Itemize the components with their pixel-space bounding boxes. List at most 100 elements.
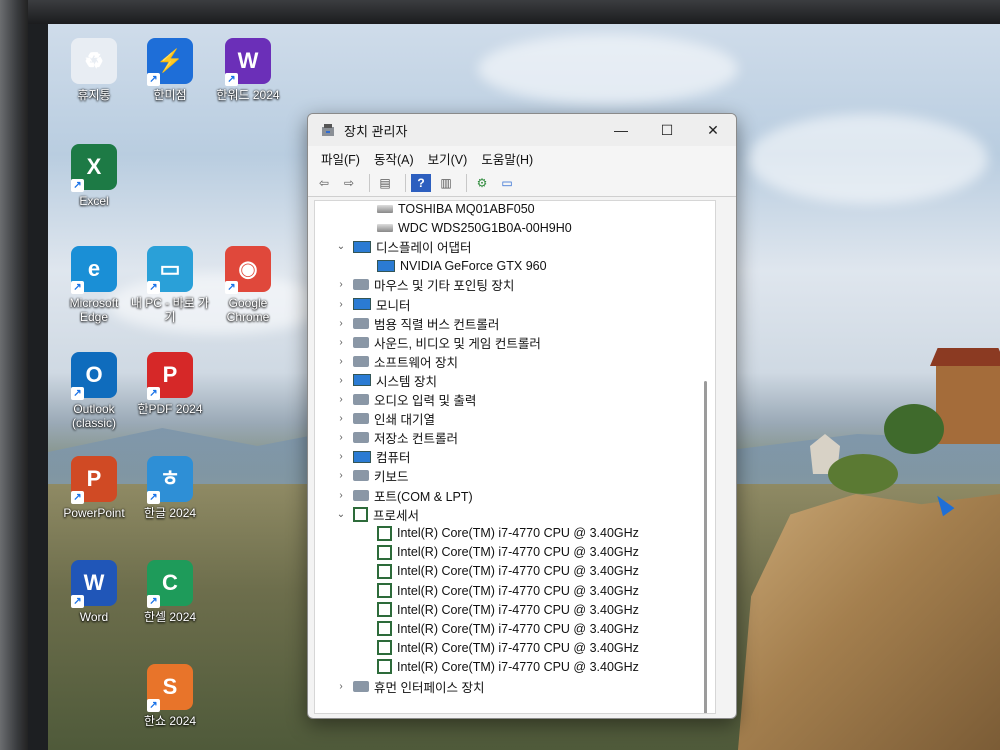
device-category-icon bbox=[353, 394, 369, 405]
desktop-icon[interactable]: C ↗ 한셀 2024 bbox=[130, 560, 210, 624]
shortcut-arrow-icon: ↗ bbox=[71, 179, 84, 192]
processor-icon bbox=[377, 640, 392, 656]
tree-item[interactable]: Intel(R) Core(TM) i7-4770 CPU @ 3.40GHz bbox=[359, 619, 639, 638]
menu-help[interactable]: 도움말(H) bbox=[474, 146, 540, 171]
view-icon[interactable]: ▥ bbox=[436, 174, 456, 192]
desktop-icon[interactable]: e ↗ Microsoft Edge bbox=[54, 246, 134, 324]
tree-item-label: 디스플레이 어댑터 bbox=[376, 241, 472, 256]
tree-item[interactable]: Intel(R) Core(TM) i7-4770 CPU @ 3.40GHz bbox=[359, 581, 639, 600]
desktop-icon[interactable]: W ↗ Word bbox=[54, 560, 134, 624]
chevron-down-icon[interactable]: ⌄ bbox=[335, 241, 347, 252]
chevron-right-icon[interactable]: › bbox=[335, 356, 347, 367]
tree-item[interactable]: › 키보드 bbox=[335, 466, 409, 485]
shortcut-arrow-icon: ↗ bbox=[147, 491, 160, 504]
maximize-button[interactable]: ☐ bbox=[644, 114, 690, 146]
tree-item-label: TOSHIBA MQ01ABF050 bbox=[398, 201, 535, 216]
device-category-icon bbox=[353, 279, 369, 291]
desktop-icon[interactable]: ㅎ ↗ 한글 2024 bbox=[130, 456, 210, 520]
tree-item[interactable]: Intel(R) Core(TM) i7-4770 CPU @ 3.40GHz bbox=[359, 657, 639, 676]
chrome-icon: ◉ ↗ bbox=[225, 246, 271, 294]
chevron-right-icon[interactable]: › bbox=[335, 451, 347, 462]
icon-glyph: X bbox=[86, 154, 102, 179]
device-manager-window[interactable]: 장치 관리자 — ☐ ✕ 파일(F) 동작(A) 보기(V) 도움말(H) ⇦ … bbox=[307, 113, 737, 719]
icon-glyph: ⚡ bbox=[156, 48, 184, 73]
tree-item[interactable]: NVIDIA GeForce GTX 960 bbox=[359, 256, 547, 275]
desktop-icon[interactable]: ▭ ↗ 내 PC - 바로 가기 bbox=[130, 246, 210, 324]
tree-item[interactable]: › 저장소 컨트롤러 bbox=[335, 428, 458, 447]
title-bar[interactable]: 장치 관리자 — ☐ ✕ bbox=[308, 114, 736, 146]
menu-view[interactable]: 보기(V) bbox=[421, 146, 475, 171]
tree-item-label: 컴퓨터 bbox=[376, 451, 411, 466]
tree-item[interactable]: › 오디오 입력 및 출력 bbox=[335, 390, 476, 409]
tree-item[interactable]: › 휴먼 인터페이스 장치 bbox=[335, 677, 484, 696]
menu-file[interactable]: 파일(F) bbox=[314, 146, 367, 171]
chevron-right-icon[interactable]: › bbox=[335, 279, 347, 290]
icon-glyph: P bbox=[162, 362, 178, 387]
shortcut-arrow-icon: ↗ bbox=[71, 491, 84, 504]
chevron-right-icon[interactable]: › bbox=[335, 337, 347, 348]
processor-icon bbox=[377, 544, 392, 560]
display-device-icon bbox=[353, 450, 371, 463]
forward-arrow-icon[interactable]: ⇨ bbox=[339, 174, 359, 192]
tree-item[interactable]: ⌄ 디스플레이 어댑터 bbox=[335, 237, 471, 256]
lightning-app-icon: ⚡ ↗ bbox=[147, 38, 193, 86]
tree-item[interactable]: › 포트(COM & LPT) bbox=[335, 486, 473, 505]
tree-item[interactable]: Intel(R) Core(TM) i7-4770 CPU @ 3.40GHz bbox=[359, 524, 639, 543]
vertical-scrollbar[interactable] bbox=[704, 381, 707, 713]
tree-item-label: 포트(COM & LPT) bbox=[374, 489, 473, 504]
desktop-icon[interactable]: W ↗ 한워드 2024 bbox=[208, 38, 288, 102]
menu-action[interactable]: 동작(A) bbox=[367, 146, 421, 171]
icon-glyph: ♻ bbox=[84, 48, 104, 73]
desktop-icon[interactable]: P ↗ PowerPoint bbox=[54, 456, 134, 520]
chevron-right-icon[interactable]: › bbox=[335, 490, 347, 501]
device-category-icon bbox=[353, 355, 369, 367]
tree-item[interactable]: ⌄ 프로세서 bbox=[335, 505, 419, 524]
tree-item[interactable]: › 마우스 및 기타 포인팅 장치 bbox=[335, 275, 514, 294]
tree-item[interactable]: › 인쇄 대기열 bbox=[335, 409, 435, 428]
tree-item[interactable]: › 시스템 장치 bbox=[335, 371, 437, 390]
desktop-icon[interactable]: S ↗ 한쇼 2024 bbox=[130, 664, 210, 728]
icon-glyph: e bbox=[87, 256, 101, 281]
tree-item-label: 저장소 컨트롤러 bbox=[374, 432, 458, 447]
tree-item[interactable]: › 사운드, 비디오 및 게임 컨트롤러 bbox=[335, 333, 541, 352]
chevron-down-icon[interactable]: ⌄ bbox=[335, 509, 347, 520]
device-tree[interactable]: TOSHIBA MQ01ABF050 WDC WDS250G1B0A-00H9H0… bbox=[314, 200, 716, 714]
chevron-right-icon[interactable]: › bbox=[335, 413, 347, 424]
help-icon[interactable]: ? bbox=[411, 174, 431, 192]
monitor-icon[interactable]: ▭ bbox=[497, 174, 517, 192]
chevron-right-icon[interactable]: › bbox=[335, 470, 347, 481]
disk-drive-icon bbox=[377, 204, 393, 213]
chevron-right-icon[interactable]: › bbox=[335, 375, 347, 386]
display-device-icon bbox=[353, 240, 371, 253]
chevron-right-icon[interactable]: › bbox=[335, 299, 347, 310]
tree-item[interactable]: › 소프트웨어 장치 bbox=[335, 352, 458, 371]
tree-item-label: WDC WDS250G1B0A-00H9H0 bbox=[398, 220, 572, 235]
scan-hardware-icon[interactable]: ⚙ bbox=[472, 174, 492, 192]
desktop-icon[interactable]: ♻ 휴지통 bbox=[54, 38, 134, 102]
close-button[interactable]: ✕ bbox=[690, 114, 736, 146]
chevron-right-icon[interactable]: › bbox=[335, 318, 347, 329]
back-arrow-icon[interactable]: ⇦ bbox=[314, 174, 334, 192]
tree-item-label: Intel(R) Core(TM) i7-4770 CPU @ 3.40GHz bbox=[397, 640, 639, 655]
chevron-right-icon[interactable]: › bbox=[335, 394, 347, 405]
tree-item[interactable]: Intel(R) Core(TM) i7-4770 CPU @ 3.40GHz bbox=[359, 638, 639, 657]
desktop-icon[interactable]: P ↗ 한PDF 2024 bbox=[130, 352, 210, 416]
tree-item[interactable]: Intel(R) Core(TM) i7-4770 CPU @ 3.40GHz bbox=[359, 562, 639, 581]
desktop-icon[interactable]: ◉ ↗ Google Chrome bbox=[208, 246, 288, 324]
minimize-button[interactable]: — bbox=[598, 114, 644, 146]
desktop-icon[interactable]: X ↗ Excel bbox=[54, 144, 134, 208]
chevron-right-icon[interactable]: › bbox=[335, 432, 347, 443]
desktop-icon[interactable]: O ↗ Outlook (classic) bbox=[54, 352, 134, 430]
tree-item[interactable]: TOSHIBA MQ01ABF050 bbox=[359, 201, 535, 218]
tree-item[interactable]: WDC WDS250G1B0A-00H9H0 bbox=[359, 218, 572, 237]
tree-item[interactable]: › 컴퓨터 bbox=[335, 447, 411, 466]
icon-glyph: P bbox=[86, 466, 102, 491]
chevron-right-icon[interactable]: › bbox=[335, 681, 347, 692]
tree-item[interactable]: Intel(R) Core(TM) i7-4770 CPU @ 3.40GHz bbox=[359, 600, 639, 619]
tree-item[interactable]: Intel(R) Core(TM) i7-4770 CPU @ 3.40GHz bbox=[359, 543, 639, 562]
tree-item-label: 오디오 입력 및 출력 bbox=[374, 394, 477, 408]
tree-item[interactable]: › 모니터 bbox=[335, 295, 411, 314]
tree-item[interactable]: › 범용 직렬 버스 컨트롤러 bbox=[335, 314, 499, 333]
properties-icon[interactable]: ▤ bbox=[375, 174, 395, 192]
desktop-icon[interactable]: ⚡ ↗ 한미점 bbox=[130, 38, 210, 102]
